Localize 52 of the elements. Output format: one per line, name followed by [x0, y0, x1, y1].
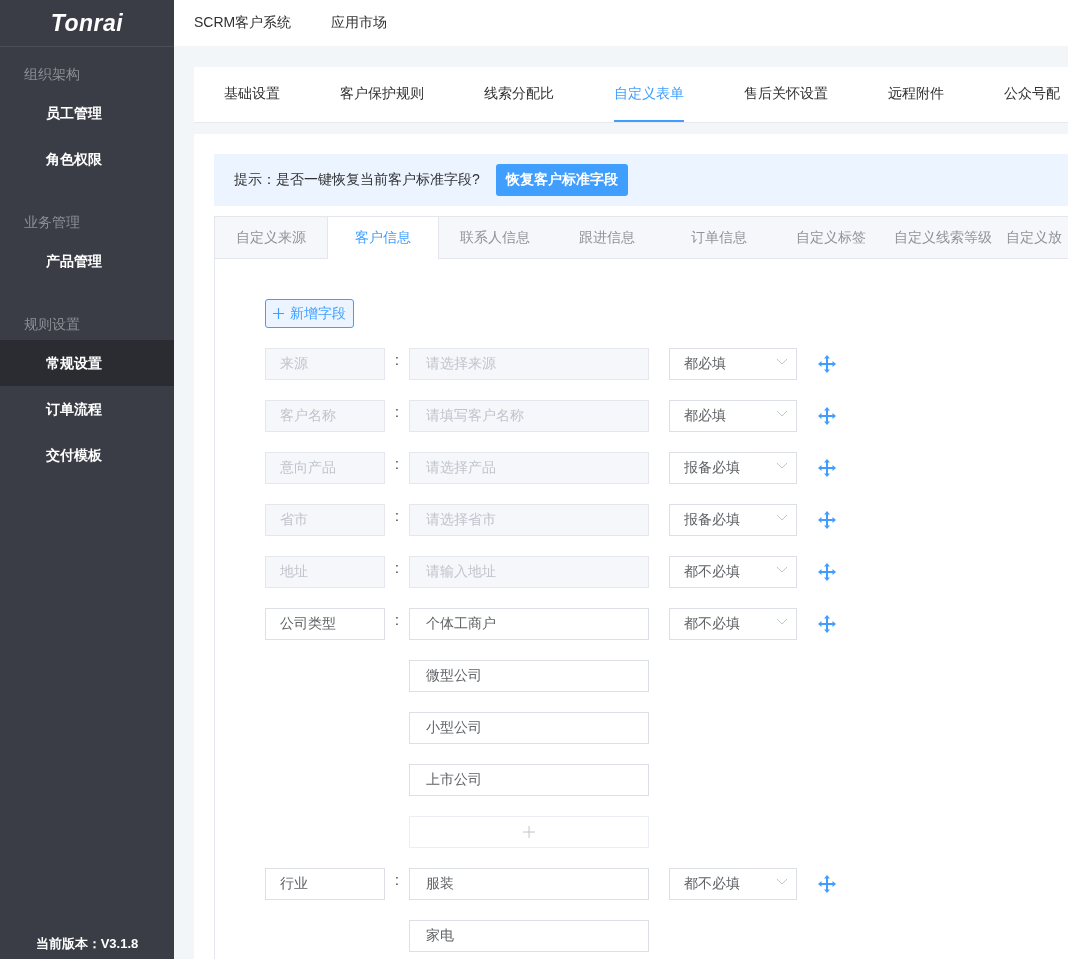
- chevron-down-icon: [776, 565, 788, 573]
- colon: :: [394, 559, 400, 578]
- sidebar-item[interactable]: 常规设置: [0, 340, 174, 386]
- sidebar-item[interactable]: 员工管理: [0, 90, 174, 136]
- settings-tab[interactable]: 公众号配: [974, 67, 1068, 122]
- option-input-field[interactable]: 个体工商户: [409, 608, 649, 640]
- sidebar-group-heading: 规则设置: [23, 315, 81, 334]
- move-icon[interactable]: [817, 874, 837, 894]
- tip-text: 提示：是否一键恢复当前客户标准字段?: [234, 171, 480, 189]
- sidebar-item[interactable]: 角色权限: [0, 136, 174, 182]
- requirement-select[interactable]: 都不必填: [669, 868, 797, 900]
- settings-tab[interactable]: 线索分配比: [454, 67, 584, 122]
- top-nav-link[interactable]: SCRM客户系统: [194, 14, 292, 32]
- option-input-field[interactable]: 上市公司: [409, 764, 649, 796]
- colon: :: [394, 403, 400, 422]
- chevron-down-icon: [776, 461, 788, 469]
- requirement-select[interactable]: 都不必填: [669, 608, 797, 640]
- colon: :: [394, 455, 400, 474]
- chevron-down-icon: [776, 357, 788, 365]
- option-input-field[interactable]: 家电: [409, 920, 649, 952]
- colon: :: [394, 351, 400, 370]
- move-icon[interactable]: [817, 354, 837, 374]
- settings-tab[interactable]: 基础设置: [194, 67, 310, 122]
- colon: :: [394, 507, 400, 526]
- sidebar-group-heading: 组织架构: [23, 65, 81, 84]
- colon: :: [394, 871, 400, 890]
- move-icon[interactable]: [817, 510, 837, 530]
- field-label-input[interactable]: 公司类型: [265, 608, 385, 640]
- move-icon[interactable]: [817, 614, 837, 634]
- option-input-field[interactable]: 小型公司: [409, 712, 649, 744]
- chevron-down-icon: [776, 617, 788, 625]
- chevron-down-icon: [776, 409, 788, 417]
- option-input-field[interactable]: 服装: [409, 868, 649, 900]
- colon: :: [394, 611, 400, 630]
- top-nav-link[interactable]: 应用市场: [331, 14, 388, 32]
- sidebar-item[interactable]: 产品管理: [0, 238, 174, 284]
- move-icon[interactable]: [817, 562, 837, 582]
- settings-tab[interactable]: 售后关怀设置: [714, 67, 858, 122]
- settings-tab[interactable]: 远程附件: [858, 67, 974, 122]
- sidebar-item[interactable]: 交付模板: [0, 432, 174, 478]
- sidebar-item[interactable]: 订单流程: [0, 386, 174, 432]
- settings-tab[interactable]: 客户保护规则: [310, 67, 454, 122]
- move-icon[interactable]: [817, 406, 837, 426]
- field-label-input[interactable]: 行业: [265, 868, 385, 900]
- plus-icon: [273, 308, 284, 319]
- sidebar-group-heading: 业务管理: [23, 213, 81, 232]
- chevron-down-icon: [776, 513, 788, 521]
- option-input-field[interactable]: 微型公司: [409, 660, 649, 692]
- chevron-down-icon: [776, 877, 788, 885]
- version-label: 当前版本：V3.1.8: [34, 935, 140, 953]
- move-icon[interactable]: [817, 458, 837, 478]
- plus-icon: [523, 826, 535, 838]
